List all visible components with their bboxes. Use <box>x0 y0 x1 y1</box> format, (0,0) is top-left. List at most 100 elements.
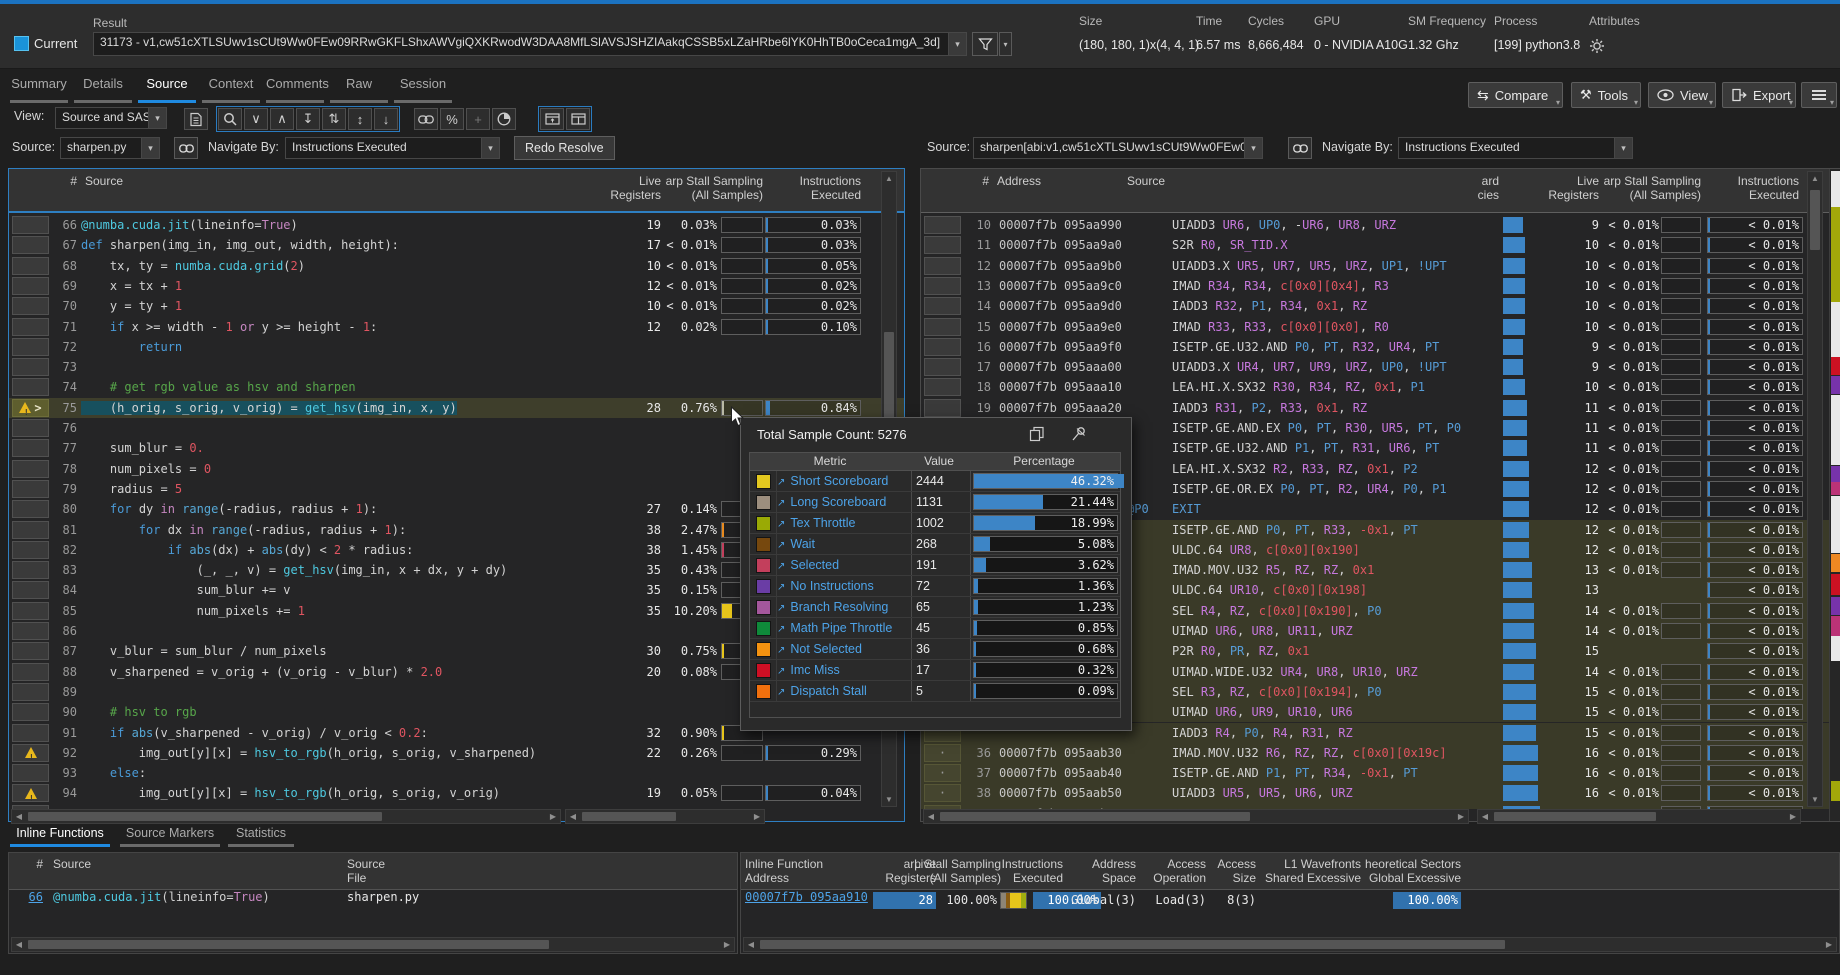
left-navigate-dropdown[interactable]: Instructions Executed ▾ <box>285 137 500 159</box>
jump-down-icon[interactable]: ↓ <box>374 108 398 130</box>
line-link[interactable]: 66 <box>23 890 43 904</box>
pin-icon[interactable] <box>1071 426 1087 447</box>
plus-icon[interactable]: + <box>466 108 490 130</box>
row-marker-cell[interactable] <box>12 358 49 376</box>
metric-link[interactable]: ↗Imc Miss <box>777 660 912 680</box>
column-header-instructions-executed[interactable]: InstructionsExecuted <box>713 174 861 202</box>
row-marker-cell[interactable] <box>924 297 961 315</box>
row-marker-cell[interactable] <box>12 744 49 762</box>
left-metrics-hscrollbar[interactable]: ◀▶ <box>565 809 765 824</box>
chevron-down-icon[interactable]: ▾ <box>148 108 166 128</box>
sass-row-37[interactable]: ·3700007f7b 095aab40ISETP.GE.AND P1, PT,… <box>921 763 1839 783</box>
column-header-address[interactable]: Address <box>997 174 1041 188</box>
source-row-66[interactable]: 66@numba.cuda.jit(lineinfo=True)190.03%0… <box>9 215 904 235</box>
row-marker-cell[interactable]: > <box>12 399 49 417</box>
bottom-tab-source-markers[interactable]: Source Markers <box>120 826 220 847</box>
row-marker-cell[interactable] <box>12 338 49 356</box>
source-row-72[interactable]: 72 return <box>9 337 904 357</box>
link-panes-icon[interactable] <box>174 137 198 159</box>
sort-descending-icon[interactable]: ↕ <box>348 108 372 130</box>
more-menu-button[interactable]: ▾ <box>1801 82 1837 108</box>
chevron-down-icon[interactable]: ▾ <box>481 138 499 158</box>
row-marker-cell[interactable]: · <box>924 784 961 802</box>
row-marker-cell[interactable] <box>12 724 49 742</box>
row-marker-cell[interactable] <box>12 622 49 640</box>
row-marker-cell[interactable] <box>12 602 49 620</box>
bottom-left-hscrollbar[interactable]: ◀▶ <box>11 937 735 952</box>
row-marker-cell[interactable] <box>12 764 49 782</box>
link-icon[interactable] <box>414 108 438 130</box>
column-header-heoretical-sectors[interactable]: heoretical SectorsGlobal Excessive <box>1341 857 1461 885</box>
row-marker-cell[interactable] <box>12 521 49 539</box>
metric-link[interactable]: ↗Branch Resolving <box>777 597 912 617</box>
inline-function-row[interactable]: 66@numba.cuda.jit(lineinfo=True)sharpen.… <box>9 890 737 911</box>
row-marker-cell[interactable] <box>12 541 49 559</box>
source-row-93[interactable]: 93 else: <box>9 763 904 783</box>
row-marker-cell[interactable] <box>12 236 49 254</box>
row-marker-cell[interactable] <box>924 378 961 396</box>
compare-button[interactable]: ⇆Compare▾ <box>1468 82 1563 108</box>
tab-context[interactable]: Context <box>202 76 260 103</box>
source-row-70[interactable]: 70 y = ty + 110< 0.01%0.02% <box>9 296 904 316</box>
chevron-down-icon[interactable]: ▾ <box>1244 138 1262 158</box>
row-marker-cell[interactable] <box>12 663 49 681</box>
metric-link[interactable]: ↗Long Scoreboard <box>777 492 912 512</box>
bottom-tab-statistics[interactable]: Statistics <box>228 826 294 847</box>
sass-row-38[interactable]: ·3800007f7b 095aab50UIADD3 UR5, UR5, UR6… <box>921 783 1839 803</box>
column-header-line[interactable]: # <box>23 857 43 871</box>
scroll-heatmap-strip[interactable] <box>1829 169 1840 821</box>
filter-button[interactable] <box>972 32 998 56</box>
right-vscrollbar[interactable]: ▲▼ <box>1807 171 1823 807</box>
row-marker-cell[interactable] <box>12 480 49 498</box>
source-row-71[interactable]: 71 if x >= width - 1 or y >= height - 1:… <box>9 317 904 337</box>
export-button[interactable]: Export▾ <box>1722 82 1796 108</box>
tab-comments[interactable]: Comments <box>266 76 324 103</box>
sass-row-18[interactable]: 1800007f7b 095aaa10LEA.HI.X.SX32 R30, R3… <box>921 377 1839 397</box>
percent-icon[interactable]: % <box>440 108 464 130</box>
heatmap-pie-icon[interactable] <box>492 108 516 130</box>
view-mode-dropdown[interactable]: Source and SASS ▾ <box>55 107 167 129</box>
column-header-access[interactable]: AccessSize <box>1146 857 1256 885</box>
right-source-hscrollbar[interactable]: ◀▶ <box>923 809 1469 824</box>
result-dropdown[interactable]: 31173 - v1,cw51cXTLSUwv1sCUt9Ww0FEw09RRw… <box>93 32 967 56</box>
sass-row-19[interactable]: 1900007f7b 095aaa20IADD3 R31, P2, R33, 0… <box>921 398 1839 418</box>
row-marker-cell[interactable]: · <box>924 764 961 782</box>
source-row-94[interactable]: 94 img_out[y][x] = hsv_to_rgb(h_orig, s_… <box>9 783 904 803</box>
metric-link[interactable]: ↗Short Scoreboard <box>777 471 912 491</box>
metric-link[interactable]: ↗Wait <box>777 534 912 554</box>
source-row-75[interactable]: >75 (h_orig, s_orig, v_orig) = get_hsv(i… <box>9 398 904 418</box>
paste-source-icon[interactable] <box>184 108 208 130</box>
chevron-down-icon[interactable]: ▾ <box>1614 138 1632 158</box>
tab-session[interactable]: Session <box>394 76 452 103</box>
row-marker-cell[interactable] <box>924 318 961 336</box>
row-marker-cell[interactable]: · <box>924 744 961 762</box>
filter-dropdown-arrow[interactable]: ▾ <box>999 32 1012 56</box>
column-header-line[interactable]: # <box>973 174 989 188</box>
column-header-line[interactable]: # <box>61 174 77 188</box>
source-row-74[interactable]: 74 # get rgb value as hsv and sharpen <box>9 377 904 397</box>
chevron-down-icon[interactable]: ∨ <box>244 108 268 130</box>
tab-raw[interactable]: Raw <box>330 76 388 103</box>
sass-row-10[interactable]: 1000007f7b 095aa990UIADD3 UR6, UP0, -UR6… <box>921 215 1839 235</box>
source-row-67[interactable]: 67def sharpen(img_in, img_out, width, he… <box>9 235 904 255</box>
sort-ascending-icon[interactable]: ⇅ <box>322 108 346 130</box>
tab-details[interactable]: Details <box>74 76 132 103</box>
link-panes-icon[interactable] <box>1288 137 1312 159</box>
row-marker-cell[interactable] <box>924 236 961 254</box>
sass-row-13[interactable]: 1300007f7b 095aa9c0IMAD R34, R34, c[0x0]… <box>921 276 1839 296</box>
right-source-dropdown[interactable]: sharpen[abi:v1,cw51cXTLSUwv1sCUt9Ww0FEw0… <box>973 137 1263 159</box>
row-marker-cell[interactable] <box>924 216 961 234</box>
row-marker-cell[interactable] <box>12 216 49 234</box>
column-header-hazard-truncated[interactable]: ardcies <box>1441 174 1499 202</box>
metric-link[interactable]: ↗Math Pipe Throttle <box>777 618 912 638</box>
left-source-dropdown[interactable]: sharpen.py ▾ <box>60 137 160 159</box>
tools-button[interactable]: ⚒Tools▾ <box>1571 82 1641 108</box>
inline-function-address-link[interactable]: 00007f7b 095aa910 <box>745 890 868 904</box>
source-row-68[interactable]: 68 tx, ty = numba.cuda.grid(2)10< 0.01%0… <box>9 256 904 276</box>
column-header-source[interactable]: Source <box>53 857 91 871</box>
row-marker-cell[interactable] <box>12 439 49 457</box>
row-marker-cell[interactable] <box>12 257 49 275</box>
row-marker-cell[interactable] <box>12 784 49 802</box>
column-header-source[interactable]: Source <box>85 174 123 188</box>
right-metrics-hscrollbar[interactable]: ◀▶ <box>1477 809 1801 824</box>
